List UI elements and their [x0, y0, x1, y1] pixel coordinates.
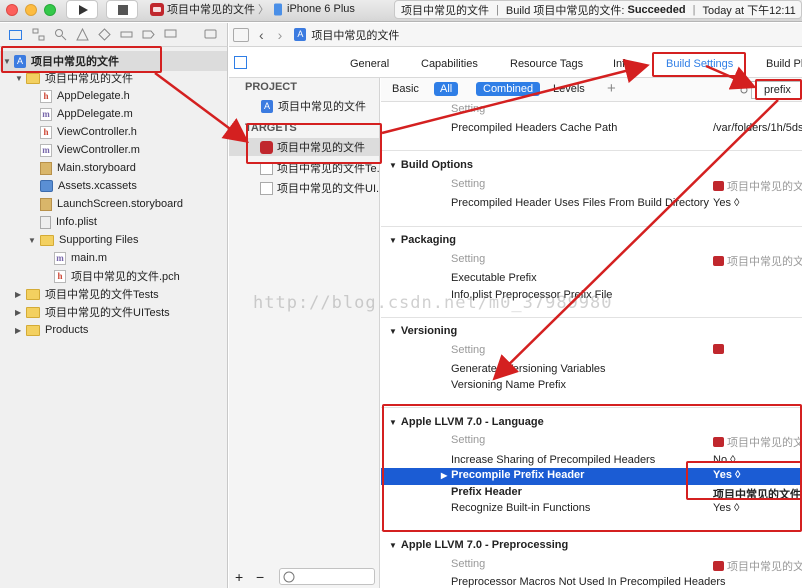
arrow-search-to-setting	[492, 99, 779, 381]
arrow-tab-to-search	[705, 64, 757, 90]
arrow-target-to-build-settings	[381, 58, 650, 135]
annotation-arrows	[154, 58, 779, 381]
arrow-project-to-target	[154, 71, 250, 143]
xcode-window: 项目中常见的文件 〉 iPhone 6 Plus 项目中常见的文件 | Buil…	[0, 0, 802, 588]
